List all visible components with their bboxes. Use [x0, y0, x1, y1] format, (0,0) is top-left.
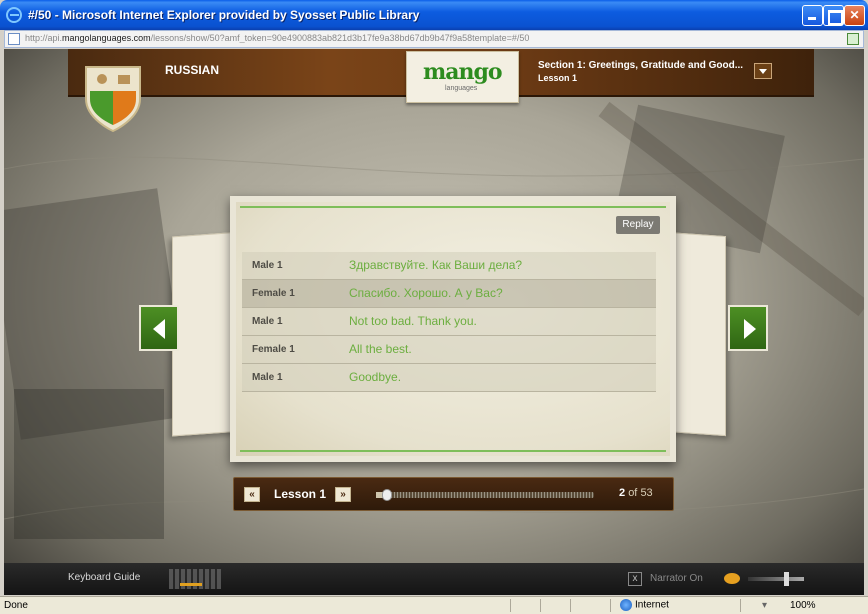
- page-status-icon: [847, 33, 859, 45]
- arrow-right-icon: [744, 319, 756, 339]
- status-text: Done: [4, 600, 28, 611]
- page-icon: [8, 33, 20, 45]
- volume-slider[interactable]: [748, 577, 804, 581]
- address-url[interactable]: http://api.mangolanguages.com/lessons/sh…: [25, 33, 825, 43]
- window-titlebar: #/50 - Microsoft Internet Explorer provi…: [0, 0, 868, 30]
- globe-icon: [620, 599, 632, 611]
- speaker-label: Female 1: [252, 344, 295, 355]
- dialogue-line[interactable]: Спасибо. Хорошо. А у Вас?: [349, 286, 503, 300]
- arrow-left-icon: [153, 319, 165, 339]
- narrator-label: Narrator On: [650, 573, 703, 584]
- speaker-label: Male 1: [252, 260, 283, 271]
- dialogue-line[interactable]: Not too bad. Thank you.: [349, 314, 477, 328]
- minimize-button[interactable]: [802, 5, 823, 26]
- lesson-title: Lesson 1: [274, 487, 327, 501]
- dialogue-row[interactable]: Male 1 Not too bad. Thank you.: [242, 308, 656, 336]
- mango-logo: mango languages: [406, 51, 519, 103]
- dialogue-row[interactable]: Male 1 Goodbye.: [242, 364, 656, 392]
- zoom-level[interactable]: 100%: [790, 600, 816, 611]
- bottom-toolbar: Keyboard Guide x Narrator On: [4, 563, 864, 595]
- keyboard-guide-link[interactable]: Keyboard Guide: [68, 572, 140, 583]
- lesson-subtitle: Lesson 1: [538, 73, 578, 83]
- previous-lesson-button[interactable]: «: [244, 487, 260, 502]
- speaker-label: Female 1: [252, 288, 295, 299]
- dialogue-row-selected[interactable]: Female 1 Спасибо. Хорошо. А у Вас?: [242, 280, 656, 308]
- keyboard-icon[interactable]: [169, 569, 221, 589]
- internet-explorer-icon: [6, 7, 22, 23]
- language-title: RUSSIAN: [165, 63, 220, 77]
- maximize-button[interactable]: [823, 5, 844, 26]
- progress-handle[interactable]: [382, 489, 393, 501]
- keyboard-indicator: [180, 583, 202, 586]
- previous-slide-button[interactable]: [139, 305, 179, 351]
- dialogue-list: Male 1 Здравствуйте. Как Ваши дела? Fema…: [242, 252, 656, 392]
- dialogue-row[interactable]: Female 1 All the best.: [242, 336, 656, 364]
- protected-mode-icon[interactable]: ▾: [762, 600, 767, 611]
- section-title: Section 1: Greetings, Gratitude and Good…: [538, 60, 744, 71]
- narrator-checkbox[interactable]: x: [628, 572, 642, 586]
- lesson-scrubber: « Lesson 1 » 2 of 53: [233, 477, 674, 511]
- volume-handle[interactable]: [784, 572, 789, 586]
- next-lesson-button[interactable]: »: [335, 487, 351, 502]
- slide-counter: 2 of 53: [619, 487, 653, 499]
- course-shield-logo: [85, 66, 141, 133]
- lesson-stage: RUSSIAN Section 1: Greetings, Gratitude …: [4, 49, 864, 595]
- dialogue-card: Replay Male 1 Здравствуйте. Как Ваши дел…: [230, 196, 676, 462]
- window-title: #/50 - Microsoft Internet Explorer provi…: [28, 8, 420, 22]
- browser-status-bar: Done Internet ▾ 100%: [0, 596, 868, 614]
- progress-track[interactable]: [376, 489, 594, 501]
- dialogue-line[interactable]: Здравствуйте. Как Ваши дела?: [349, 258, 522, 272]
- address-bar[interactable]: http://api.mangolanguages.com/lessons/sh…: [4, 30, 864, 48]
- next-slide-button[interactable]: [728, 305, 768, 351]
- section-dropdown-button[interactable]: [754, 63, 772, 79]
- dialogue-line[interactable]: All the best.: [349, 342, 412, 356]
- close-button[interactable]: ✕: [844, 5, 865, 26]
- speaker-label: Male 1: [252, 316, 283, 327]
- speaker-label: Male 1: [252, 372, 283, 383]
- dialogue-line[interactable]: Goodbye.: [349, 370, 401, 384]
- speech-bubble-icon: [724, 573, 740, 584]
- security-zone: Internet: [620, 599, 669, 611]
- replay-button[interactable]: Replay: [616, 216, 660, 234]
- dialogue-row[interactable]: Male 1 Здравствуйте. Как Ваши дела?: [242, 252, 656, 280]
